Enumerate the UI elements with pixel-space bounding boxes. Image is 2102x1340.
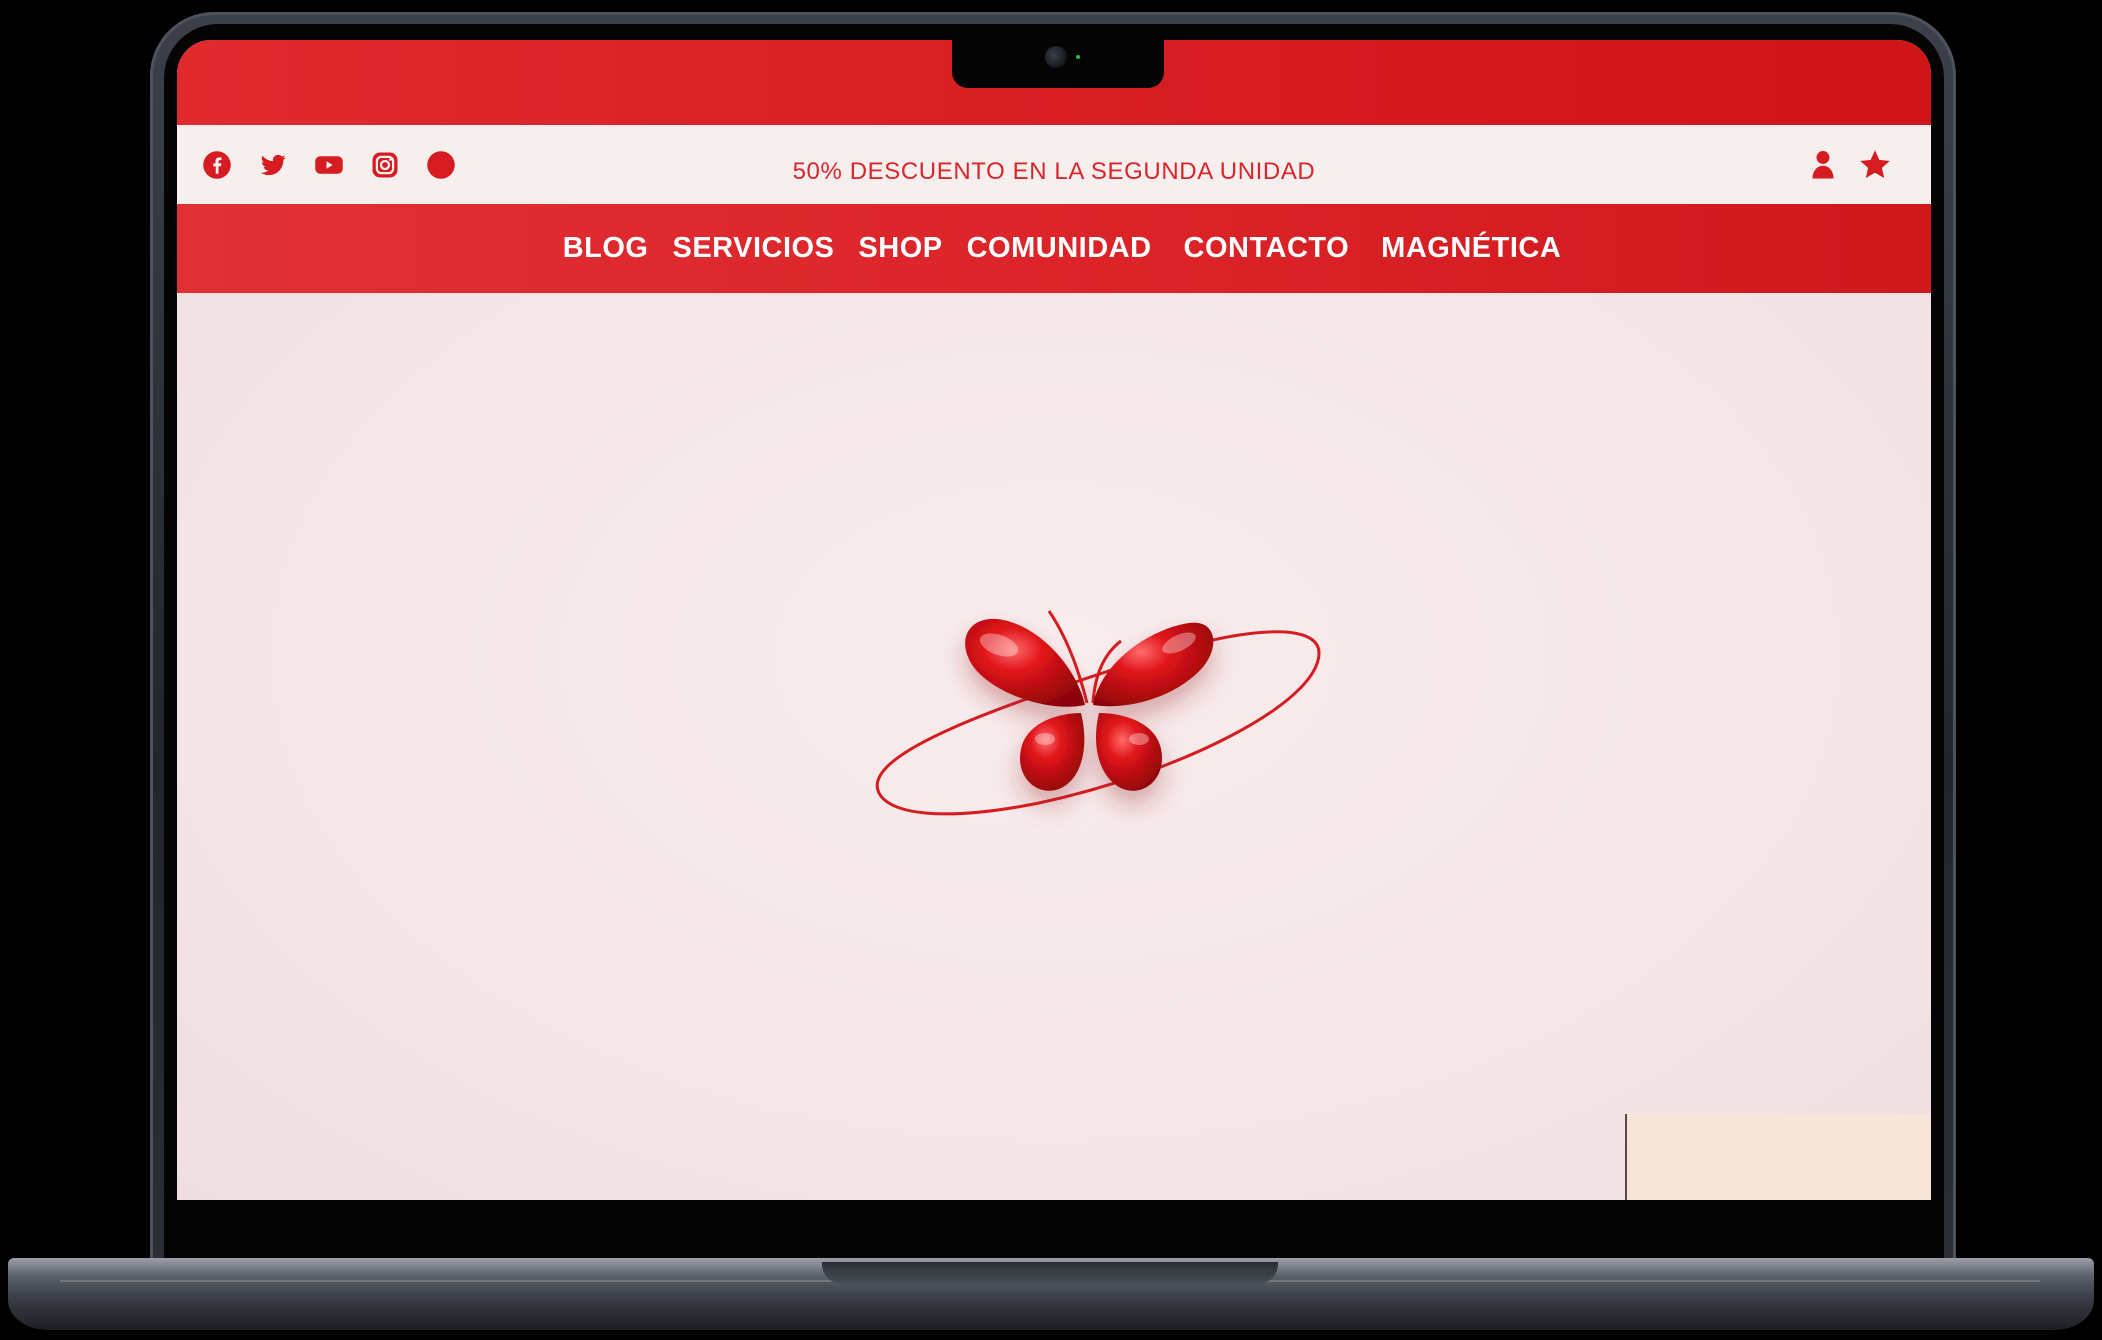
nav-item-magnetica[interactable]: MAGNÉTICA [1381, 232, 1561, 265]
nav-item-blog[interactable]: BLOG [563, 232, 649, 265]
nav-item-servicios[interactable]: SERVICIOS [673, 232, 835, 265]
nav-menu: BLOG SERVICIOS SHOP COMUNIDAD CONTACTO M… [177, 204, 1931, 293]
laptop-hinge [822, 1262, 1278, 1284]
screen: 50% DESCUENTO EN LA SEGUNDA UNIDAD BLOG … [177, 40, 1931, 1200]
promo-bar: 50% DESCUENTO EN LA SEGUNDA UNIDAD [177, 125, 1931, 204]
nav-item-shop[interactable]: SHOP [858, 232, 942, 265]
corner-panel [1625, 1114, 1931, 1200]
account-icons [1805, 125, 1893, 204]
star-icon[interactable] [1857, 147, 1893, 183]
camera-led [1076, 55, 1080, 59]
hero-section [177, 293, 1931, 1200]
nav-item-comunidad[interactable]: COMUNIDAD [967, 232, 1152, 265]
main-navigation: BLOG SERVICIOS SHOP COMUNIDAD CONTACTO M… [177, 204, 1931, 293]
nav-item-contacto[interactable]: CONTACTO [1184, 232, 1350, 265]
camera-notch [952, 38, 1164, 88]
user-icon[interactable] [1805, 147, 1841, 183]
device-mockup: 50% DESCUENTO EN LA SEGUNDA UNIDAD BLOG … [0, 0, 2102, 1340]
promo-banner-text: 50% DESCUENTO EN LA SEGUNDA UNIDAD [792, 158, 1316, 185]
butterfly-logo [875, 610, 1321, 816]
camera-icon [1045, 46, 1067, 68]
